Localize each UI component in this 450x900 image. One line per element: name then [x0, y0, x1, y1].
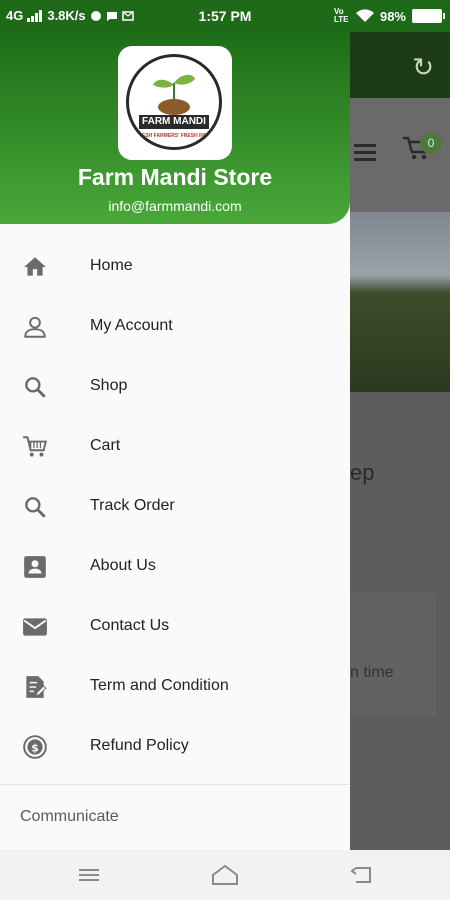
- battery-icon: [412, 9, 445, 23]
- battery-percent: 98%: [379, 8, 406, 24]
- cart-icon: [23, 436, 48, 457]
- logo-badge: FARM MANDI FRESH FARMERS' FRESH INDIA: [126, 54, 222, 150]
- contact-card-icon: [24, 556, 46, 578]
- menu-item-home[interactable]: Home: [0, 236, 350, 296]
- refresh-icon: ↻: [412, 52, 434, 82]
- system-nav-bar: [0, 850, 450, 900]
- menu-item-label: Contact Us: [90, 617, 170, 634]
- menu-item-terms[interactable]: Term and Condition: [0, 656, 350, 716]
- background-card: [350, 592, 436, 717]
- store-email: info@farmmandi.com: [108, 198, 242, 214]
- drawer-menu: Home My Account Shop Cart Track Order Ab…: [0, 236, 350, 776]
- mail-icon: [23, 618, 47, 636]
- user-icon: [24, 316, 46, 338]
- menu-item-label: Cart: [90, 437, 121, 454]
- menu-item-about-us[interactable]: About Us: [0, 536, 350, 596]
- cart-count-badge: 0: [420, 132, 442, 154]
- menu-item-label: Shop: [90, 377, 128, 394]
- home-icon: [24, 257, 46, 276]
- background-app: ↻ 0 ep n time: [350, 32, 450, 850]
- navigation-drawer: FARM MANDI FRESH FARMERS' FRESH INDIA Fa…: [0, 32, 350, 850]
- menu-divider: [0, 784, 350, 785]
- background-text: n time: [350, 664, 394, 681]
- hero-image: [350, 212, 450, 392]
- volte-indicator: Vo LTE: [333, 7, 349, 24]
- menu-item-label: Term and Condition: [90, 677, 229, 694]
- store-name: Farm Mandi Store: [77, 164, 273, 190]
- store-logo: FARM MANDI FRESH FARMERS' FRESH INDIA: [118, 46, 232, 160]
- menu-item-label: Track Order: [90, 497, 175, 514]
- home-nav-icon[interactable]: [210, 862, 240, 888]
- menu-item-label: My Account: [90, 317, 173, 334]
- status-bar: 4G 3.8K/s 1:57 PM Vo LTE 98%: [0, 0, 450, 32]
- edit-document-icon: [26, 676, 47, 698]
- drawer-header: FARM MANDI FRESH FARMERS' FRESH INDIA Fa…: [0, 32, 350, 224]
- menu-item-refund-policy[interactable]: $ Refund Policy: [0, 716, 350, 776]
- menu-item-label: Home: [90, 257, 133, 274]
- refund-icon: $: [23, 735, 47, 759]
- menu-nav-icon[interactable]: [74, 862, 104, 888]
- background-toolbar: [350, 32, 450, 98]
- logo-text: FARM MANDI: [139, 115, 209, 129]
- wifi-icon: [355, 9, 374, 22]
- hamburger-menu-icon: [354, 140, 376, 165]
- menu-item-label: Refund Policy: [90, 737, 189, 754]
- search-icon: [25, 497, 46, 518]
- status-right: Vo LTE 98%: [333, 7, 445, 24]
- menu-item-cart[interactable]: Cart: [0, 416, 350, 476]
- search-icon: [25, 377, 46, 398]
- logo-tagline: FRESH FARMERS' FRESH INDIA: [135, 133, 213, 139]
- menu-item-track-order[interactable]: Track Order: [0, 476, 350, 536]
- menu-item-shop[interactable]: Shop: [0, 356, 350, 416]
- svg-text:$: $: [31, 741, 39, 754]
- menu-item-my-account[interactable]: My Account: [0, 296, 350, 356]
- menu-item-contact-us[interactable]: Contact Us: [0, 596, 350, 656]
- plant-logo-icon: [153, 74, 195, 115]
- section-label-communicate: Communicate: [20, 808, 119, 825]
- back-nav-icon[interactable]: [348, 862, 378, 888]
- background-heading: ep: [350, 460, 375, 485]
- menu-item-label: About Us: [90, 557, 156, 574]
